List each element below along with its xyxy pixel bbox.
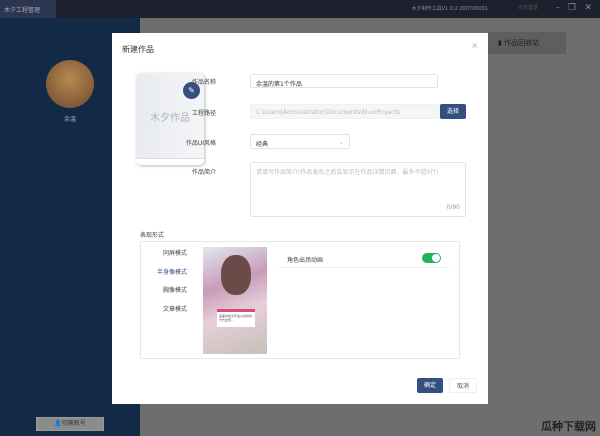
version-text: 木夕制作工具V1.0.2.200706001 — [411, 6, 488, 12]
intro-textarea[interactable]: 请填写作品简介(作品发布之后会显示在作品详情页面，最多不超5行) 0/90 — [250, 162, 466, 217]
cancel-button[interactable]: 取消 — [449, 378, 477, 393]
name-label: 作品名称 — [191, 79, 216, 86]
new-work-dialog: 新建作品 × 木夕作品 ✎ 作品名称 余温的第1个作品 工程路径 C:\User… — [112, 33, 488, 404]
recycle-label: 作品回收站 — [504, 39, 540, 47]
path-input[interactable]: C:\Users\Administrator\Documents\MuxiPro… — [250, 104, 440, 119]
close-icon[interactable]: × — [471, 41, 478, 50]
mode-halfbody[interactable]: 半身像模式 — [145, 267, 187, 276]
minimize-icon[interactable]: – — [556, 3, 561, 13]
title-bar: 木夕工程管理 木夕制作工具V1.0.2.200706001 点击登录 – ❐ ✕ — [0, 0, 600, 18]
watermark: 瓜种下载网 — [541, 420, 596, 433]
chevron-down-icon: ⌄ — [338, 139, 344, 146]
intro-count: 0/90 — [446, 204, 460, 211]
close-window-icon[interactable]: ✕ — [584, 3, 592, 13]
login-link[interactable]: 点击登录 — [518, 4, 538, 11]
mode-fullscreen[interactable]: 同屏模式 — [145, 248, 187, 257]
section-title: 表现形式 — [140, 232, 165, 239]
intro-label: 作品简介 — [191, 169, 216, 176]
user-icon: 👤 — [54, 420, 62, 427]
intro-placeholder: 请填写作品简介(作品发布之后会显示在作品详情页面，最多不超5行) — [256, 169, 439, 176]
animation-toggle[interactable] — [422, 253, 441, 263]
style-value: 经典 — [256, 141, 269, 148]
style-label: 作品UI风格 — [185, 140, 216, 147]
mode-panel: 同屏模式 半身像模式 胸像模式 文章模式 画面中的文字会以这样的方式出现… 角色… — [140, 241, 460, 359]
path-label: 工程路径 — [191, 110, 216, 117]
cover-image: 木夕作品 ✎ — [136, 73, 204, 165]
mode-article[interactable]: 文章模式 — [145, 304, 187, 313]
switch-account-button[interactable]: 👤切换账号 — [36, 417, 104, 431]
option-label: 角色出场动画 — [287, 257, 324, 264]
option-character-animation: 角色出场动画 — [279, 248, 449, 268]
app-tab[interactable]: 木夕工程管理 — [0, 0, 56, 18]
preview-dialog: 画面中的文字会以这样的方式出现… — [217, 309, 255, 327]
mode-bust[interactable]: 胸像模式 — [145, 285, 187, 294]
preview-image: 画面中的文字会以这样的方式出现… — [203, 247, 267, 354]
name-input[interactable]: 余温的第1个作品 — [250, 74, 438, 88]
switch-account-label: 切换账号 — [61, 420, 86, 427]
ok-button[interactable]: 确定 — [417, 378, 443, 393]
dialog-title: 新建作品 — [122, 45, 154, 54]
recycle-bin-button[interactable]: ▮ 作品回收站 — [488, 32, 566, 54]
style-select[interactable]: 经典 ⌄ — [250, 134, 350, 149]
avatar[interactable] — [46, 60, 94, 108]
maximize-icon[interactable]: ❐ — [568, 3, 576, 13]
choose-button[interactable]: 选择 — [440, 104, 466, 119]
